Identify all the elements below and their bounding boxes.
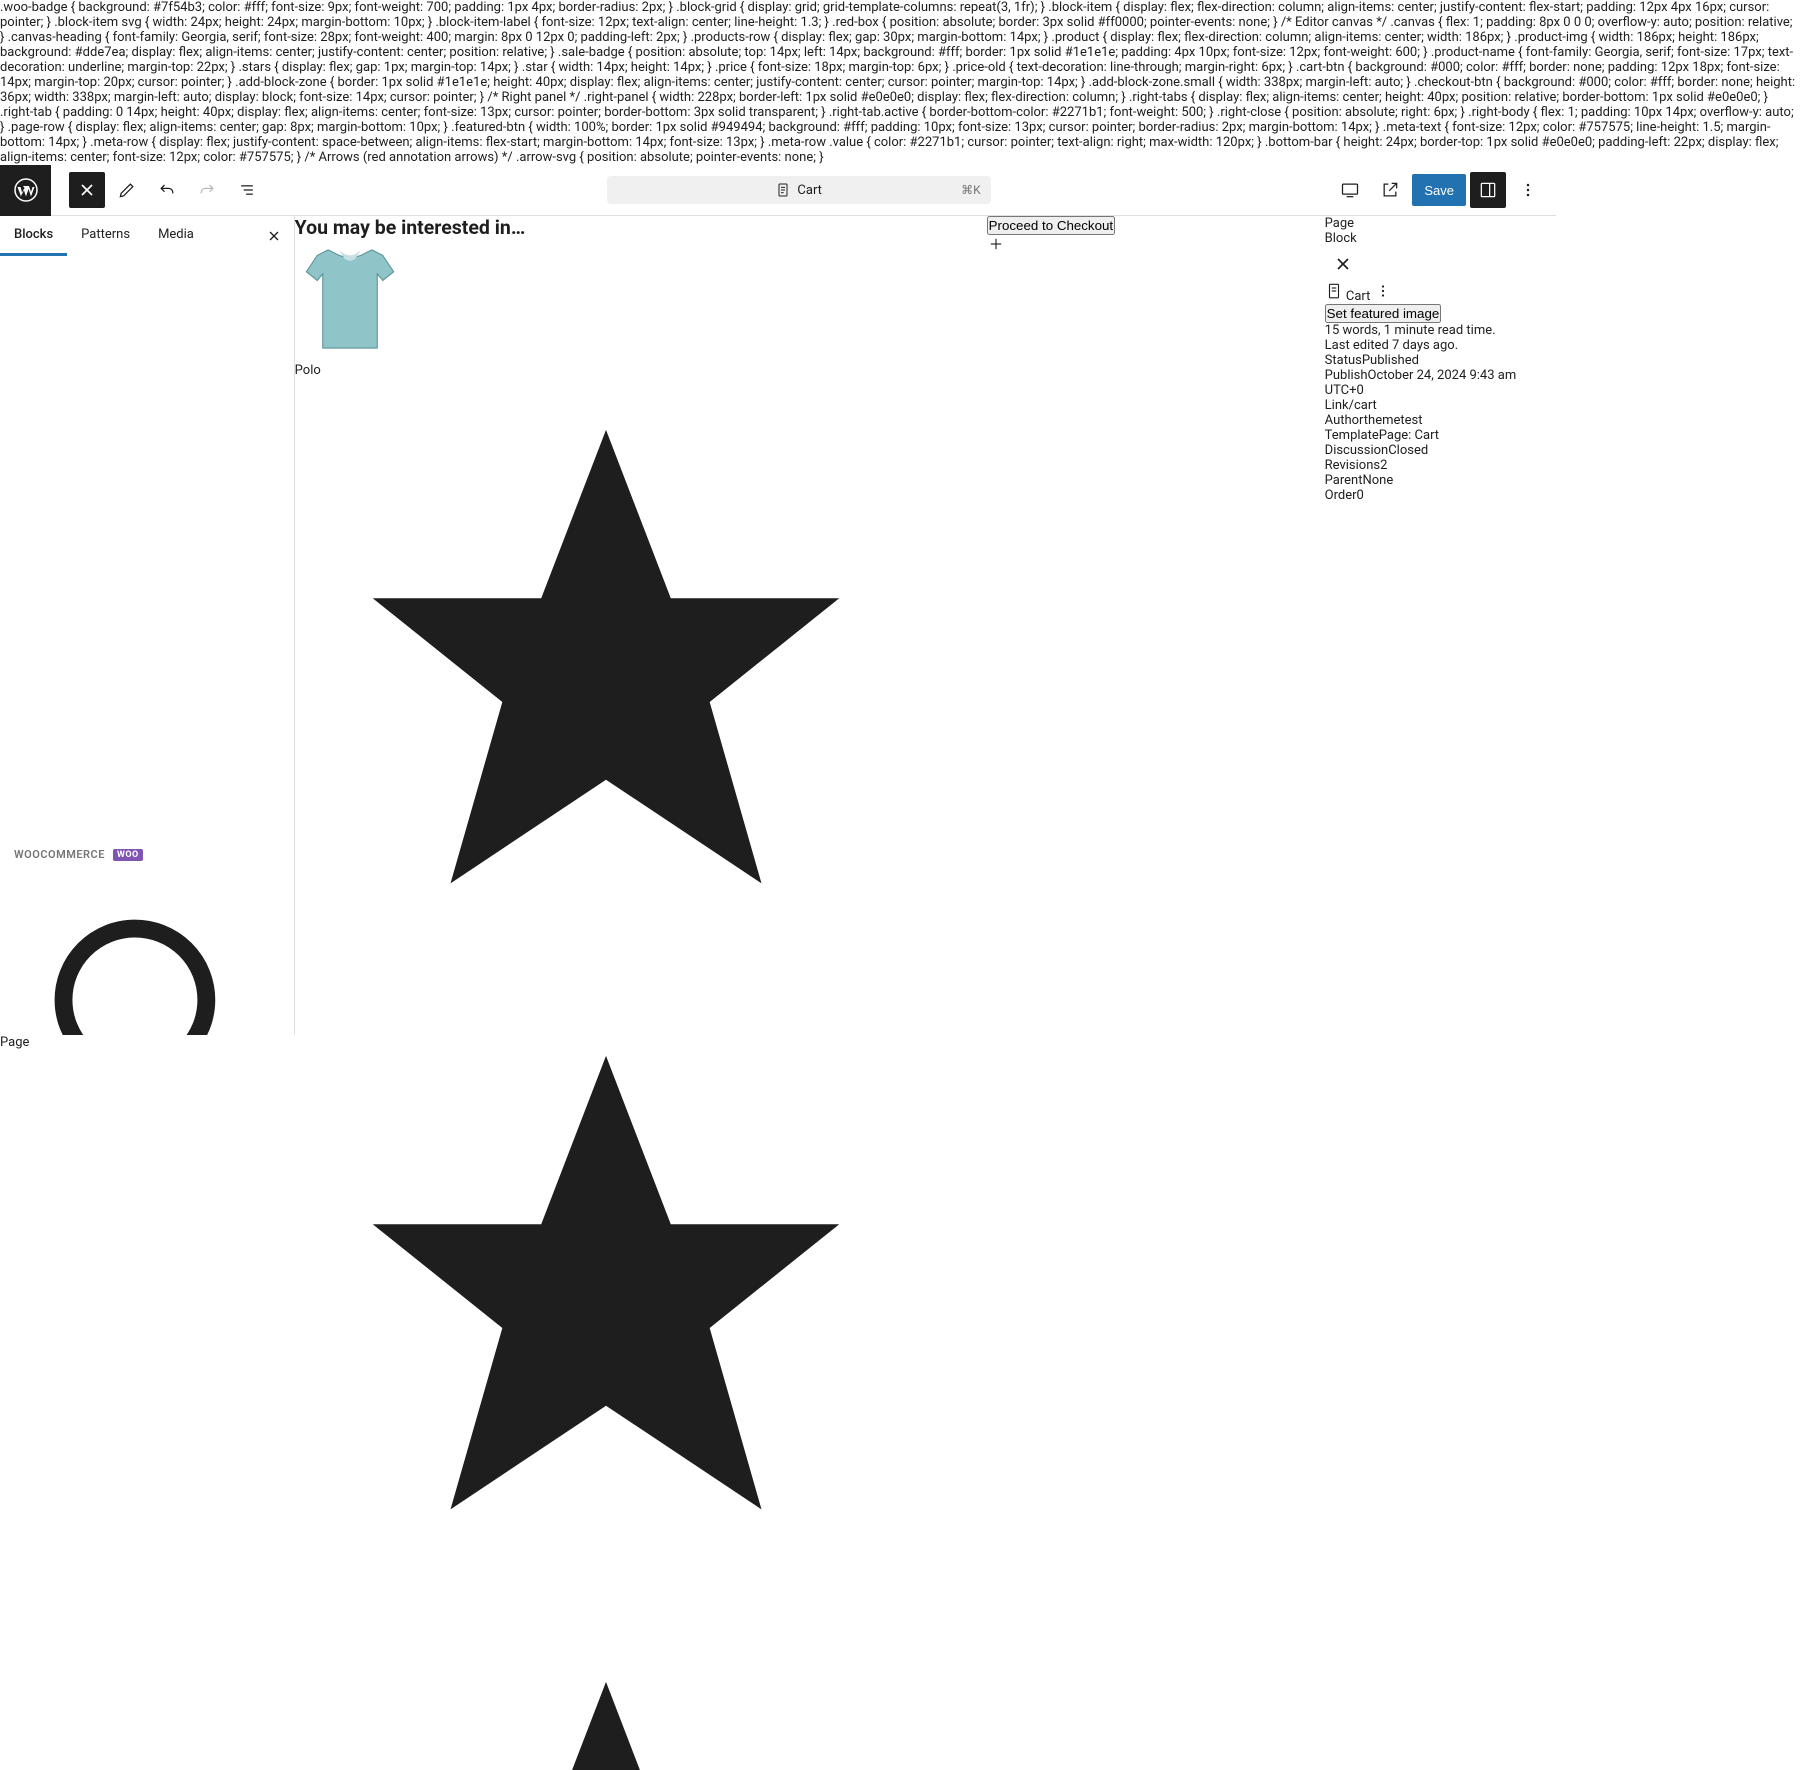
meta-row-publish: PublishOctober 24, 2024 9:43 am UTC+0	[1325, 368, 1556, 398]
breadcrumb-bar: Page	[0, 1035, 1556, 1050]
meta-value-template[interactable]: Page: Cart	[1379, 428, 1439, 443]
woocommerce-section-label: WOOCOMMERCE	[14, 848, 105, 861]
meta-value-parent[interactable]: None	[1362, 473, 1393, 488]
meta-value-order[interactable]: 0	[1357, 488, 1364, 503]
blocks-list: WOOCOMMERCE WOO Product SearchAll Produc…	[0, 256, 294, 1035]
meta-label: Parent	[1325, 473, 1363, 488]
woo-badge: WOO	[113, 849, 143, 861]
annotation-highlight-box	[4, 256, 288, 840]
close-settings-button[interactable]	[1325, 246, 1361, 282]
external-link-button[interactable]	[1372, 172, 1408, 208]
meta-label: Discussion	[1325, 443, 1389, 458]
page-actions-icon[interactable]	[1374, 282, 1392, 300]
meta-row-template: TemplatePage: Cart	[1325, 428, 1556, 443]
page-name: Cart	[1346, 289, 1371, 304]
meta-row-revisions: Revisions2	[1325, 458, 1556, 473]
undo-button[interactable]	[149, 172, 185, 208]
meta-row-author: Authorthemetest	[1325, 413, 1556, 428]
products-row: Polo$200.002 in cartLong Sleeve Tee$250.…	[295, 239, 917, 1770]
meta-value-link[interactable]: /cart	[1349, 398, 1377, 413]
add-block-zone-side[interactable]	[987, 235, 1325, 257]
wordpress-logo[interactable]	[0, 165, 51, 216]
save-button[interactable]: Save	[1412, 174, 1466, 206]
meta-row-status: StatusPublished	[1325, 353, 1556, 368]
tab-blocks[interactable]: Blocks	[0, 216, 67, 256]
meta-label: Link	[1325, 398, 1349, 413]
settings-panel: Page Block Cart Set featured image 15 wo…	[1325, 216, 1556, 1035]
inserter-tabs: Blocks Patterns Media	[0, 216, 294, 256]
meta-value-discussion[interactable]: Closed	[1388, 443, 1428, 458]
meta-label: Template	[1325, 428, 1379, 443]
document-title[interactable]: Cart ⌘K	[607, 176, 991, 204]
tab-page[interactable]: Page	[1325, 216, 1556, 231]
topbar: Cart ⌘K Save	[0, 165, 1556, 216]
document-title-text: Cart	[797, 183, 822, 198]
block-item-product-search[interactable]: Product Search	[4, 869, 290, 1035]
word-count-text: 15 words, 1 minute read time.	[1325, 323, 1556, 338]
product-image[interactable]	[295, 239, 917, 363]
meta-label: Publish	[1325, 368, 1368, 383]
checkout-button[interactable]: Proceed to Checkout	[987, 216, 1115, 235]
tab-patterns[interactable]: Patterns	[67, 216, 144, 256]
inserter-panel: Blocks Patterns Media WOOCOMMERCE WOO Pr…	[0, 216, 295, 1035]
last-edited-text: Last edited 7 days ago.	[1325, 338, 1556, 353]
more-options-button[interactable]	[1510, 172, 1546, 208]
breadcrumb[interactable]: Page	[0, 1035, 29, 1050]
heading-interested[interactable]: You may be interested in…	[295, 216, 917, 239]
product-card[interactable]: Polo$200.002 in cart	[295, 239, 917, 1770]
meta-label: Revisions	[1325, 458, 1380, 473]
meta-value-author[interactable]: themetest	[1364, 413, 1423, 428]
edit-icon[interactable]	[109, 172, 145, 208]
set-featured-image-button[interactable]: Set featured image	[1325, 304, 1442, 323]
meta-row-order: Order0	[1325, 488, 1556, 503]
shortcut-hint: ⌘K	[961, 183, 981, 197]
page-icon	[775, 182, 791, 198]
meta-row-discussion: DiscussionClosed	[1325, 443, 1556, 458]
editor-canvas[interactable]: You may be interested in… Polo$200.002 i…	[295, 216, 1325, 1035]
view-button[interactable]	[1332, 172, 1368, 208]
close-inserter-button[interactable]	[262, 224, 286, 248]
product-name[interactable]: Polo	[295, 363, 917, 378]
settings-sidebar-button[interactable]	[1470, 172, 1506, 208]
meta-label: Status	[1325, 353, 1362, 368]
list-view-button[interactable]	[229, 172, 265, 208]
meta-label: Author	[1325, 413, 1364, 428]
meta-value-status[interactable]: Published	[1362, 353, 1419, 368]
meta-row-parent: ParentNone	[1325, 473, 1556, 488]
meta-row-link: Link/cart	[1325, 398, 1556, 413]
page-icon	[1325, 282, 1343, 300]
tab-media[interactable]: Media	[144, 216, 208, 256]
redo-button[interactable]	[189, 172, 225, 208]
meta-value-revisions[interactable]: 2	[1380, 458, 1387, 473]
meta-label: Order	[1325, 488, 1357, 503]
product-rating	[295, 378, 917, 1770]
plus-icon	[987, 235, 1005, 253]
toggle-inserter-button[interactable]	[69, 172, 105, 208]
product-search-icon	[4, 869, 290, 1035]
tab-block[interactable]: Block	[1325, 231, 1556, 246]
